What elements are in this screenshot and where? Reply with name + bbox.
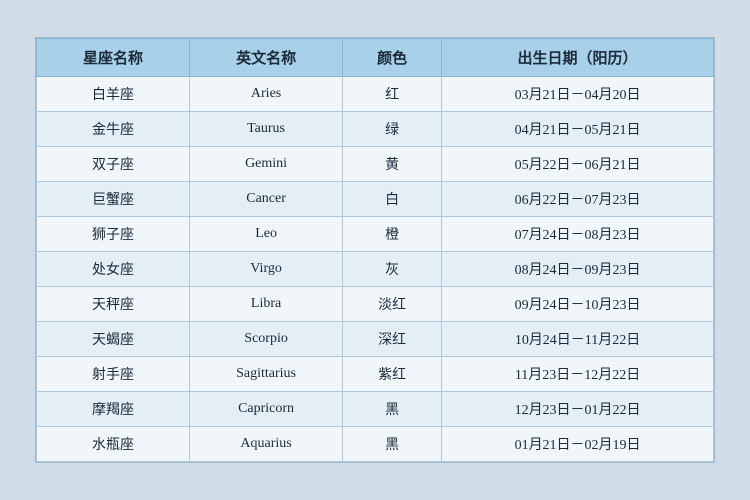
table-cell: 橙: [343, 217, 442, 252]
table-row: 处女座Virgo灰08月24日－09月23日: [37, 252, 714, 287]
table-cell: 天秤座: [37, 287, 190, 322]
table-cell: 12月23日－01月22日: [442, 392, 714, 427]
table-cell: 灰: [343, 252, 442, 287]
table-row: 水瓶座Aquarius黑01月21日－02月19日: [37, 427, 714, 462]
table-cell: 06月22日－07月23日: [442, 182, 714, 217]
table-row: 金牛座Taurus绿04月21日－05月21日: [37, 112, 714, 147]
table-header-cell: 星座名称: [37, 39, 190, 77]
table-cell: Capricorn: [190, 392, 343, 427]
table-cell: Scorpio: [190, 322, 343, 357]
table-header-cell: 颜色: [343, 39, 442, 77]
table-cell: 黑: [343, 392, 442, 427]
table-header-cell: 出生日期（阳历）: [442, 39, 714, 77]
table-cell: 水瓶座: [37, 427, 190, 462]
table-row: 摩羯座Capricorn黑12月23日－01月22日: [37, 392, 714, 427]
table-cell: 10月24日－11月22日: [442, 322, 714, 357]
table-cell: 红: [343, 77, 442, 112]
table-cell: 04月21日－05月21日: [442, 112, 714, 147]
table-cell: Sagittarius: [190, 357, 343, 392]
table-row: 双子座Gemini黄05月22日－06月21日: [37, 147, 714, 182]
table-row: 狮子座Leo橙07月24日－08月23日: [37, 217, 714, 252]
table-cell: 05月22日－06月21日: [442, 147, 714, 182]
table-body: 白羊座Aries红03月21日－04月20日金牛座Taurus绿04月21日－0…: [37, 77, 714, 462]
table-cell: 摩羯座: [37, 392, 190, 427]
table-cell: 狮子座: [37, 217, 190, 252]
table-cell: 处女座: [37, 252, 190, 287]
table-cell: Virgo: [190, 252, 343, 287]
table-cell: 11月23日－12月22日: [442, 357, 714, 392]
table-cell: 双子座: [37, 147, 190, 182]
table-cell: 黄: [343, 147, 442, 182]
table-cell: Aquarius: [190, 427, 343, 462]
table-header-row: 星座名称英文名称颜色出生日期（阳历）: [37, 39, 714, 77]
table-cell: Libra: [190, 287, 343, 322]
table-cell: 白羊座: [37, 77, 190, 112]
table-cell: Gemini: [190, 147, 343, 182]
table-row: 射手座Sagittarius紫红11月23日－12月22日: [37, 357, 714, 392]
table-cell: 金牛座: [37, 112, 190, 147]
table-cell: 08月24日－09月23日: [442, 252, 714, 287]
table-cell: 深红: [343, 322, 442, 357]
table-cell: 黑: [343, 427, 442, 462]
table-row: 天蝎座Scorpio深红10月24日－11月22日: [37, 322, 714, 357]
table-cell: Aries: [190, 77, 343, 112]
table-row: 白羊座Aries红03月21日－04月20日: [37, 77, 714, 112]
table-cell: 03月21日－04月20日: [442, 77, 714, 112]
table-cell: 紫红: [343, 357, 442, 392]
table-cell: 天蝎座: [37, 322, 190, 357]
table-cell: 巨蟹座: [37, 182, 190, 217]
table-cell: 射手座: [37, 357, 190, 392]
zodiac-table: 星座名称英文名称颜色出生日期（阳历） 白羊座Aries红03月21日－04月20…: [36, 38, 714, 462]
table-cell: 01月21日－02月19日: [442, 427, 714, 462]
zodiac-table-container: 星座名称英文名称颜色出生日期（阳历） 白羊座Aries红03月21日－04月20…: [35, 37, 715, 463]
table-cell: Leo: [190, 217, 343, 252]
table-header-cell: 英文名称: [190, 39, 343, 77]
table-cell: 07月24日－08月23日: [442, 217, 714, 252]
table-cell: 白: [343, 182, 442, 217]
table-cell: 淡红: [343, 287, 442, 322]
table-cell: 09月24日－10月23日: [442, 287, 714, 322]
table-row: 巨蟹座Cancer白06月22日－07月23日: [37, 182, 714, 217]
table-cell: Taurus: [190, 112, 343, 147]
table-row: 天秤座Libra淡红09月24日－10月23日: [37, 287, 714, 322]
table-cell: 绿: [343, 112, 442, 147]
table-cell: Cancer: [190, 182, 343, 217]
